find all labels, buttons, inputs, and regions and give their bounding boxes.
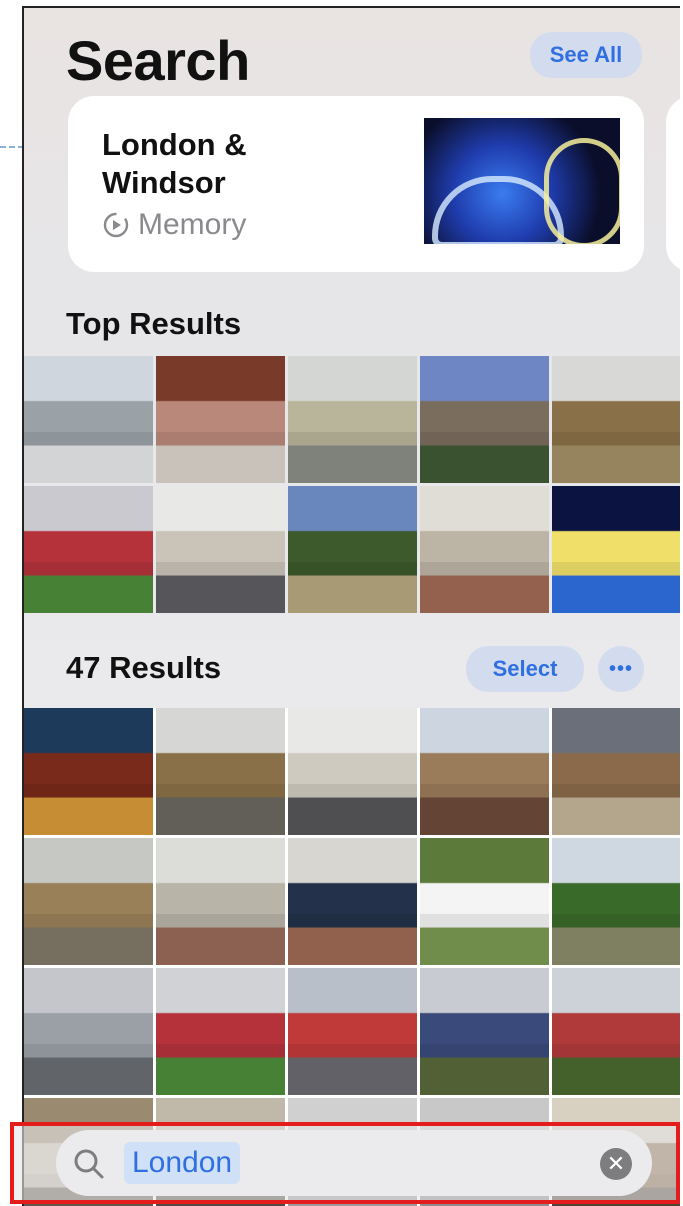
memory-title: London & Windsor <box>102 127 247 200</box>
photo-thumbnail[interactable] <box>24 486 153 613</box>
memory-replay-icon <box>103 212 129 238</box>
memory-subtitle-label: Memory <box>138 208 247 241</box>
photo-thumbnail[interactable] <box>420 708 549 835</box>
memory-thumbnail <box>424 118 620 244</box>
page-title: Search <box>66 29 250 92</box>
clear-x-icon[interactable]: ✕ <box>600 1148 632 1180</box>
photo-thumbnail[interactable] <box>24 838 153 965</box>
memory-card[interactable]: London & Windsor Memory <box>68 96 644 272</box>
photo-thumbnail[interactable] <box>156 486 285 613</box>
photo-thumbnail[interactable] <box>552 968 680 1095</box>
photo-thumbnail[interactable] <box>420 838 549 965</box>
search-query-token[interactable]: London <box>124 1142 241 1184</box>
top-results-title: Top Results <box>66 306 242 341</box>
photo-thumbnail[interactable] <box>24 356 153 483</box>
photo-thumbnail[interactable] <box>552 708 680 835</box>
memory-subtitle: Memory <box>102 208 246 242</box>
photo-thumbnail[interactable] <box>24 708 153 835</box>
phone-screen: Search See All London & Windsor Memory T… <box>22 6 680 1206</box>
photo-thumbnail[interactable] <box>24 968 153 1095</box>
photo-thumbnail[interactable] <box>288 356 417 483</box>
magnifier-icon[interactable] <box>72 1147 106 1181</box>
photo-thumbnail[interactable] <box>156 838 285 965</box>
photo-thumbnail[interactable] <box>156 968 285 1095</box>
see-all-button[interactable]: See All <box>530 32 642 78</box>
annotation-dashed-line <box>0 146 24 148</box>
photo-thumbnail[interactable] <box>420 968 549 1095</box>
results-count-title: 47 Results <box>66 650 222 685</box>
photo-thumbnail[interactable] <box>552 838 680 965</box>
more-options-button[interactable]: ••• <box>598 646 644 692</box>
photo-thumbnail[interactable] <box>552 356 680 483</box>
photo-thumbnail[interactable] <box>156 708 285 835</box>
photo-thumbnail[interactable] <box>288 838 417 965</box>
photo-thumbnail[interactable] <box>288 486 417 613</box>
photo-thumbnail[interactable] <box>420 486 549 613</box>
photo-thumbnail[interactable] <box>156 356 285 483</box>
photo-thumbnail[interactable] <box>552 486 680 613</box>
search-field[interactable]: London ✕ <box>56 1130 652 1196</box>
photo-thumbnail[interactable] <box>420 356 549 483</box>
next-memory-card[interactable] <box>666 96 680 272</box>
top-results-grid <box>24 356 680 613</box>
photo-thumbnail[interactable] <box>288 968 417 1095</box>
select-button[interactable]: Select <box>466 646 584 692</box>
photo-thumbnail[interactable] <box>288 708 417 835</box>
